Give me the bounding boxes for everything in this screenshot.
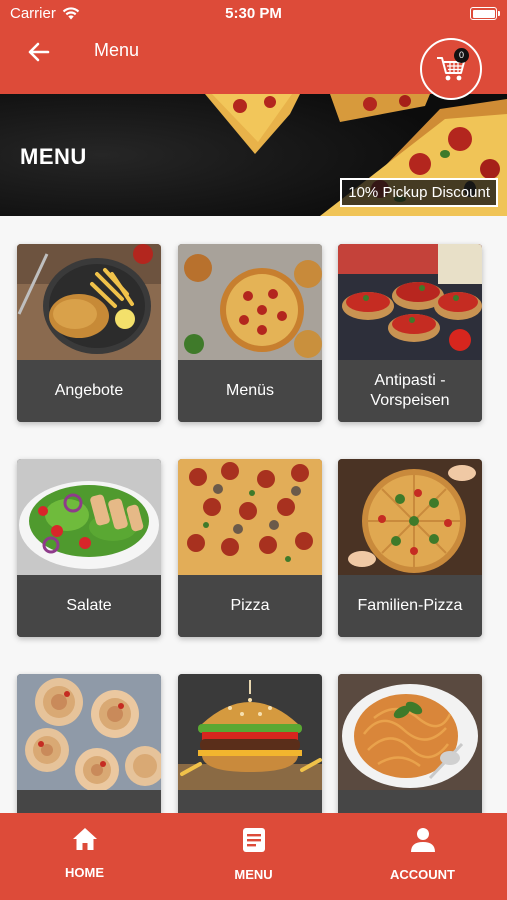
category-label: Pizza (178, 575, 322, 637)
burger-image (178, 674, 322, 790)
category-card-menues[interactable]: Menüs (178, 244, 322, 422)
pickup-discount-badge: 10% Pickup Discount (340, 178, 498, 207)
cart-count-badge: 0 (454, 48, 469, 63)
bruschetta-image (338, 244, 482, 360)
category-card-antipasti[interactable]: Antipasti - Vorspeisen (338, 244, 482, 422)
category-label (178, 790, 322, 813)
tab-menu[interactable]: MENU (169, 813, 338, 900)
hero-banner: MENU 10% Pickup Discount (0, 94, 507, 216)
bottom-tab-bar: HOME MENU ACCOUNT (0, 813, 507, 900)
battery-icon (470, 7, 500, 20)
category-card-pasta[interactable] (338, 674, 482, 813)
category-label: Menüs (178, 360, 322, 422)
category-label: Gefüllte (17, 790, 161, 813)
category-card-gefuellte[interactable]: Gefüllte (17, 674, 161, 813)
back-button[interactable] (22, 35, 56, 69)
cart-button[interactable]: 0 (420, 38, 482, 100)
tab-home[interactable]: HOME (0, 813, 169, 900)
category-card-salate[interactable]: Salate (17, 459, 161, 637)
category-label: Angebote (17, 360, 161, 422)
hero-title: MENU (20, 144, 87, 169)
category-card-pizza[interactable]: Pizza (178, 459, 322, 637)
pizza-rolls-image (17, 674, 161, 790)
category-grid: Angebote Menüs Antipasti - Vorspeisen Sa… (0, 216, 507, 813)
home-icon (72, 828, 97, 850)
category-card-angebote[interactable]: Angebote (17, 244, 161, 422)
schnitzel-fries-image (17, 244, 161, 360)
tab-label: MENU (234, 867, 273, 882)
family-pizza-image (338, 459, 482, 575)
tab-label: ACCOUNT (390, 867, 455, 882)
arrow-left-icon (28, 42, 50, 62)
menu-screen: Carrier 5:30 PM Menu 0 MENU 10% Pickup D… (0, 0, 507, 900)
category-card-familien-pizza[interactable]: Familien-Pizza (338, 459, 482, 637)
chicken-salad-image (17, 459, 161, 575)
category-label: Salate (17, 575, 161, 637)
tab-account[interactable]: ACCOUNT (338, 813, 507, 900)
account-icon (410, 828, 435, 852)
status-bar: Carrier 5:30 PM (0, 0, 507, 28)
salami-pizza-image (178, 459, 322, 575)
pizza-platter-image (178, 244, 322, 360)
category-card-burger[interactable] (178, 674, 322, 813)
category-label: Antipasti - Vorspeisen (338, 360, 482, 422)
category-label: Familien-Pizza (338, 575, 482, 637)
status-time: 5:30 PM (225, 5, 282, 22)
menu-list-icon (242, 828, 265, 852)
page-title: Menu (94, 40, 140, 60)
category-label (338, 790, 482, 813)
tab-label: HOME (65, 865, 104, 880)
spaghetti-image (338, 674, 482, 790)
